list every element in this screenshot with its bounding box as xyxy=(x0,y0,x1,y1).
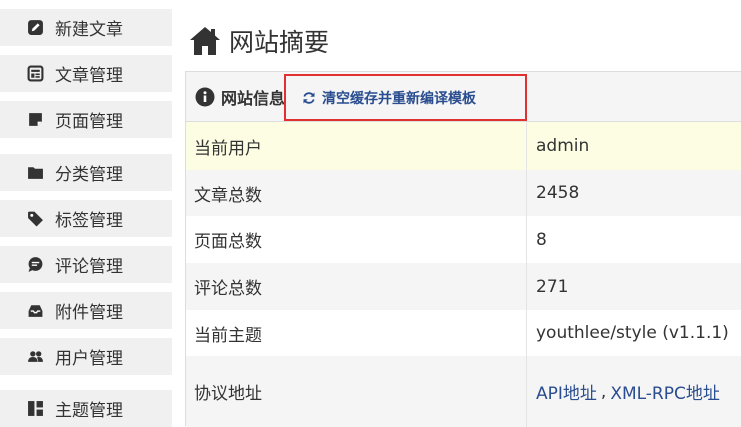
clear-cache-button[interactable]: 清空缓存并重新编译模板 xyxy=(302,88,476,108)
row-value: admin xyxy=(536,136,590,156)
table-row: 评论总数 271 xyxy=(186,263,741,310)
sidebar-item-label: 主题管理 xyxy=(55,401,123,421)
sidebar-item-label: 分类管理 xyxy=(55,165,123,185)
row-value: API地址 , XML-RPC地址 xyxy=(527,356,741,427)
sidebar-item-user-management[interactable]: 用户管理 xyxy=(0,338,172,375)
table-row: 当前用户 admin xyxy=(186,122,741,170)
folder-icon xyxy=(27,164,44,181)
sidebar-item-theme-management[interactable]: 主题管理 xyxy=(0,390,172,427)
main-content: 网站摘要 网站信息 清空缓存并重新编译模板 当前用户 admin 文章总数 24… xyxy=(185,0,741,427)
table-row: 页面总数 8 xyxy=(186,216,741,263)
users-icon xyxy=(27,348,44,365)
page-title: 网站摘要 xyxy=(189,22,329,60)
home-icon xyxy=(189,26,221,56)
page-icon xyxy=(27,111,44,128)
sidebar-item-new-article[interactable]: 新建文章 xyxy=(0,9,172,46)
edit-icon xyxy=(27,19,44,36)
api-link[interactable]: API地址 xyxy=(536,379,597,404)
sidebar-item-label: 页面管理 xyxy=(55,112,123,132)
sidebar-item-attachment-management[interactable]: 附件管理 xyxy=(0,292,172,329)
sidebar-item-label: 新建文章 xyxy=(55,20,123,40)
row-label: 页面总数 xyxy=(186,216,527,263)
row-value: 271 xyxy=(536,276,569,297)
row-value: youthlee/style (v1.1.1) xyxy=(536,323,729,343)
panel-title: 网站信息 xyxy=(221,88,286,108)
row-value: 2458 xyxy=(536,183,580,203)
table-row: 协议地址 API地址 , XML-RPC地址 xyxy=(186,356,741,427)
row-label: 文章总数 xyxy=(186,170,527,216)
xmlrpc-link[interactable]: XML-RPC地址 xyxy=(610,379,720,404)
table-row: 文章总数 2458 xyxy=(186,170,741,216)
sidebar-item-label: 评论管理 xyxy=(55,257,123,277)
dashboard-icon xyxy=(27,400,44,417)
tag-icon xyxy=(27,210,44,227)
inbox-icon xyxy=(27,302,44,319)
article-icon xyxy=(27,65,44,82)
clear-cache-label: 清空缓存并重新编译模板 xyxy=(322,91,476,107)
sidebar-item-label: 文章管理 xyxy=(55,66,123,86)
refresh-icon xyxy=(302,91,316,105)
sidebar: 新建文章 文章管理 页面管理 分类管理 标签管理 评论管理 附件管理 用户管理 … xyxy=(0,0,172,427)
sidebar-item-label: 标签管理 xyxy=(55,211,123,231)
link-separator: , xyxy=(600,381,607,402)
table-row: 当前主题 youthlee/style (v1.1.1) xyxy=(186,310,741,356)
sidebar-item-article-management[interactable]: 文章管理 xyxy=(0,55,172,92)
row-label: 当前用户 xyxy=(186,122,527,170)
sidebar-item-comment-management[interactable]: 评论管理 xyxy=(0,246,172,283)
row-label: 评论总数 xyxy=(186,263,527,310)
row-label: 协议地址 xyxy=(186,356,527,427)
page-title-text: 网站摘要 xyxy=(229,28,330,57)
site-info-panel: 网站信息 清空缓存并重新编译模板 当前用户 admin 文章总数 2458 页面… xyxy=(185,71,741,427)
row-value: 8 xyxy=(536,229,547,250)
sidebar-item-label: 用户管理 xyxy=(55,349,123,369)
info-icon xyxy=(195,87,215,107)
sidebar-item-category-management[interactable]: 分类管理 xyxy=(0,154,172,191)
comment-icon xyxy=(27,256,44,273)
row-label: 当前主题 xyxy=(186,310,527,356)
sidebar-item-tag-management[interactable]: 标签管理 xyxy=(0,200,172,237)
sidebar-item-label: 附件管理 xyxy=(55,303,123,323)
sidebar-item-page-management[interactable]: 页面管理 xyxy=(0,101,172,138)
